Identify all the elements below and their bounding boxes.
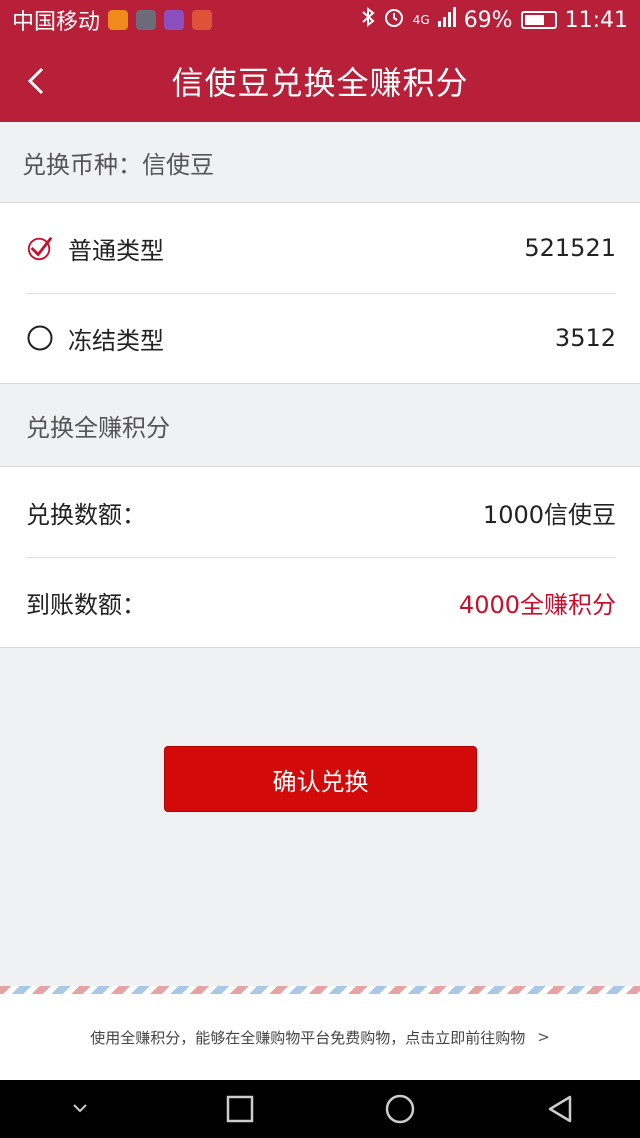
confirm-exchange-button[interactable]: 确认兑换 (164, 746, 477, 812)
chevron-down-icon (73, 1104, 87, 1113)
battery-fill (524, 15, 544, 25)
nav-recents-button[interactable] (210, 1087, 270, 1131)
carrier-label: 中国移动 (12, 10, 101, 35)
clock-label: 11:41 (564, 7, 628, 33)
notification-app-icon (108, 10, 129, 30)
back-button[interactable] (16, 56, 56, 106)
signal-icon (437, 7, 456, 33)
page-title: 信使豆兑换全赚积分 (171, 64, 469, 102)
app-header: 信使豆兑换全赚积分 (0, 40, 640, 122)
type-option-label: 普通类型 (68, 236, 164, 265)
type-option-balance: 3512 (554, 324, 616, 352)
network-type-label: 4G (412, 13, 430, 27)
nav-hide-button[interactable] (50, 1087, 110, 1131)
nav-home-button[interactable] (370, 1087, 430, 1131)
decorative-border (0, 986, 640, 994)
nav-back-button[interactable] (530, 1087, 590, 1131)
square-icon (226, 1095, 254, 1123)
shopping-promo-link[interactable]: 使用全赚积分，能够在全赚购物平台免费购物，点击立即前往购物 > (0, 994, 640, 1080)
circle-icon (385, 1094, 415, 1124)
notification-gallery-icon (164, 10, 185, 30)
chevron-right-icon: > (537, 1028, 550, 1046)
system-nav-bar (0, 1080, 640, 1138)
currency-label: 兑换币种：信使豆 (22, 150, 214, 179)
status-bar-right: 4G 69% 11:41 (361, 6, 628, 34)
exchange-section-title: 兑换全赚积分 (26, 414, 170, 442)
type-option-label: 冻结类型 (68, 326, 164, 355)
bluetooth-icon (361, 6, 375, 33)
alarm-icon (383, 6, 405, 34)
chevron-left-icon (27, 67, 44, 95)
unchecked-radio-icon (26, 324, 54, 352)
exchange-amount-row: 兑换数额： 1000信使豆 (0, 467, 640, 557)
status-bar: 中国移动 4G 69% 11:41 (0, 0, 640, 40)
exchange-details-panel: 兑换数额： 1000信使豆 到账数额： 4000全赚积分 (0, 466, 640, 648)
battery-percent-label: 69% (463, 7, 513, 33)
received-amount-row: 到账数额： 4000全赚积分 (0, 557, 640, 647)
received-amount-value: 4000全赚积分 (458, 590, 616, 619)
promo-text: 使用全赚积分，能够在全赚购物平台免费购物，点击立即前往购物 (90, 1028, 526, 1047)
type-option-normal[interactable]: 普通类型 521521 (0, 203, 640, 293)
triangle-back-icon (548, 1095, 572, 1123)
notification-app-icon (136, 10, 157, 30)
checked-radio-icon (26, 234, 54, 262)
received-amount-label: 到账数额： (26, 590, 146, 619)
status-bar-left: 中国移动 (12, 4, 213, 36)
battery-icon (520, 11, 557, 29)
exchange-amount-value: 1000信使豆 (482, 500, 616, 529)
notification-app-icon (192, 10, 213, 30)
type-option-balance: 521521 (524, 234, 616, 262)
type-selection-panel: 普通类型 521521 冻结类型 3512 (0, 202, 640, 384)
exchange-amount-label: 兑换数额： (26, 500, 146, 529)
type-option-frozen[interactable]: 冻结类型 3512 (0, 293, 640, 383)
